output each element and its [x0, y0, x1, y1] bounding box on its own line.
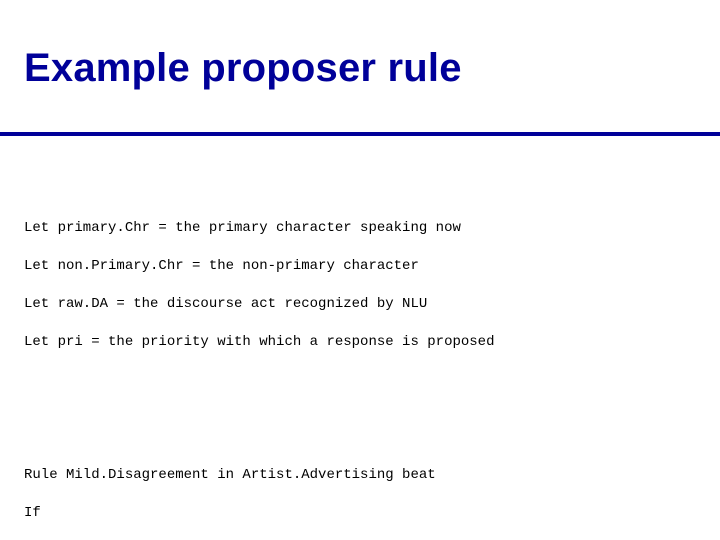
slide: Example proposer rule Let primary.Chr = …	[0, 0, 720, 540]
code-line: Let raw.DA = the discourse act recognize…	[24, 295, 696, 314]
code-line: Let pri = the priority with which a resp…	[24, 333, 696, 352]
code-line: Rule Mild.Disagreement in Artist.Adverti…	[24, 466, 696, 485]
title-underline	[0, 132, 720, 136]
rule-body: Rule Mild.Disagreement in Artist.Adverti…	[24, 447, 696, 540]
code-line: If	[24, 504, 696, 523]
code-line: Let primary.Chr = the primary character …	[24, 219, 696, 238]
rule-code-block: Let primary.Chr = the primary character …	[24, 162, 696, 540]
let-definitions: Let primary.Chr = the primary character …	[24, 200, 696, 390]
code-line: Let non.Primary.Chr = the non-primary ch…	[24, 257, 696, 276]
slide-title: Example proposer rule	[24, 46, 462, 91]
